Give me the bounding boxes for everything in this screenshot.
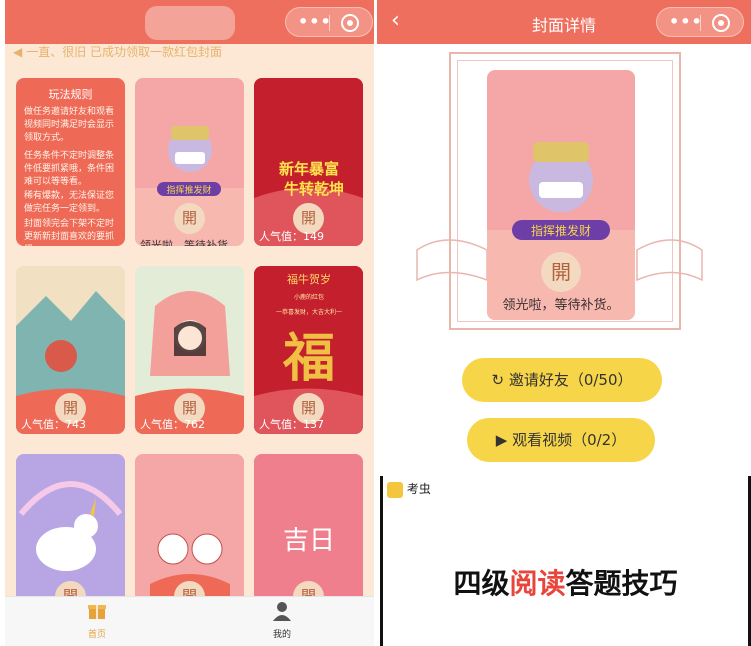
tab-mine-label: 我的 [272,630,291,640]
blurred-title [145,6,235,40]
popularity: 人气值：743 [21,418,86,431]
card-subheadline: 牛转乾坤 [284,180,344,198]
user-icon [273,602,291,621]
fu-character: 福 [282,328,335,389]
rules-paragraph: 封面领完会下架不定时更新新封面喜欢的要抓紧。 [24,219,115,246]
sold-out-text: 领光啦，等待补货。 [140,239,239,246]
rules-paragraph: 任务条件不定时调整条件低要抓紧哦，条件困难可以等等看。 [24,151,115,187]
watch-video-label: 观看视频（0/2） [512,431,627,449]
tab-bar: 首页 我的 [5,596,374,646]
channel-label: 考虫 [387,480,431,498]
cover-card-new-year[interactable]: 新年暴富 牛转乾坤 開 人气值：149 [254,78,363,246]
tab-mine[interactable]: 我的 [252,601,312,640]
popularity: 人气值：762 [140,418,205,431]
card-greeting: 一恭喜发财，大吉大利一 [276,308,342,316]
open-button[interactable]: 開 [174,203,205,234]
capsule-divider [700,15,701,31]
capsule-divider [329,15,330,31]
sold-out-text: 领光啦，等待补货。 [502,298,620,313]
popularity: 人气值：137 [259,418,324,431]
video-ad[interactable]: 考虫 四级阅读答题技巧 [380,476,751,646]
channel-name: 考虫 [406,482,431,496]
card-headline: 福牛贺岁 [287,272,331,286]
cover-detail-screen: ‹ 封面详情 ••• 指挥推发财 開 领光啦，等待补货。 ↻ 邀请好友（0/50… [377,0,751,646]
more-icon[interactable]: ••• [669,12,703,31]
cover-list-screen: ••• ◀ 一直、很旧 已成功领取一款红包封面 玩法规则 做任务邀请好友和观看视频… [5,0,374,646]
invite-friends-button[interactable]: ↻ 邀请好友（0/50） [462,358,662,402]
top-bar: ••• [5,0,374,44]
tab-home[interactable]: 首页 [67,601,127,640]
mini-program-capsule[interactable]: ••• [285,7,373,37]
refresh-icon: ↻ [491,371,505,389]
cover-card-caishen[interactable]: 指挥推发财 開 领光啦，等待补货。 [135,78,244,246]
cover-card-landscape[interactable]: 開 人气值：743 [16,266,125,434]
headline-prefix: 四级 [453,567,510,600]
open-button[interactable]: 開 [541,252,581,292]
close-mini-program-icon[interactable] [712,14,730,32]
rules-card: 玩法规则 做任务邀请好友和观看视频同时满足时会显示领取方式。 任务条件不定时调整… [16,78,125,246]
speaker-icon: ◀ [13,45,23,59]
gift-icon [88,605,106,619]
headline-highlight: 阅读 [509,567,566,600]
video-headline: 四级阅读答题技巧 [383,562,748,602]
close-mini-program-icon[interactable] [341,14,359,32]
tab-home-label: 首页 [87,630,106,640]
card-caption: 小鹿的红包 [294,293,324,301]
rules-title: 玩法规则 [48,88,93,101]
banner-text: 指挥推发财 [166,184,211,196]
headline-suffix: 答题技巧 [565,567,678,600]
banner-text: 指挥推发财 [531,223,591,238]
invite-friends-label: 邀请好友（0/50） [508,371,633,389]
rules-paragraph: 做任务邀请好友和观看视频同时满足时会显示领取方式。 [24,107,115,143]
rules-paragraph: 稀有爆款，无法保证您做完任务一定领到。 [24,191,115,214]
cover-card-girl[interactable]: 開 人气值：762 [135,266,244,434]
card-headline: 新年暴富 [279,160,339,178]
watch-video-button[interactable]: ▶ 观看视频（0/2） [467,418,655,462]
card-headline: 吉日 [283,526,335,556]
cover-card-fu[interactable]: 福牛贺岁 小鹿的红包 一恭喜发财，大吉大利一 福 開 人气值：137 [254,266,363,434]
popularity: 人气值：149 [259,230,324,243]
cover-preview: 指挥推发财 開 领光啦，等待补货。 [487,70,635,320]
mini-program-capsule[interactable]: ••• [656,7,744,37]
play-icon: ▶ [495,431,508,449]
channel-logo-icon [387,481,403,498]
more-icon[interactable]: ••• [298,12,332,31]
top-bar: ‹ 封面详情 ••• [377,0,751,44]
notice-text: 一直、很旧 已成功领取一款红包封面 [26,45,223,59]
notice-bar: ◀ 一直、很旧 已成功领取一款红包封面 [5,44,374,66]
